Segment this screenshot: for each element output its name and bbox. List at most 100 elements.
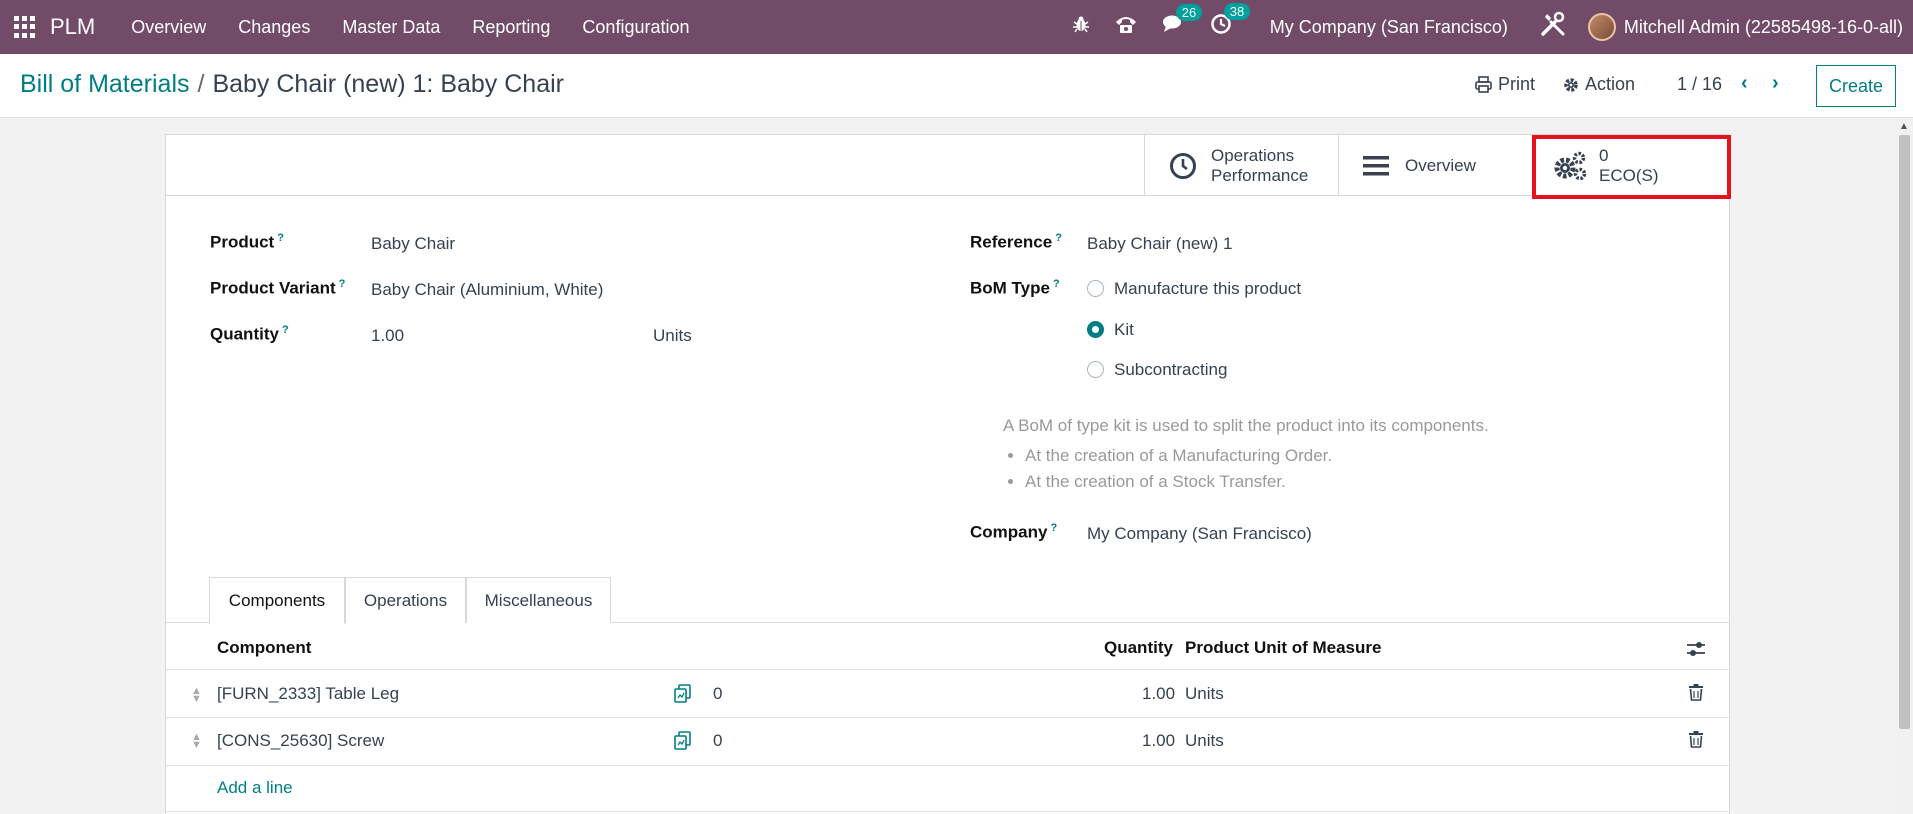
product-help-icon[interactable]: ? — [277, 232, 284, 244]
drag-handle-icon[interactable]: ▲ ▼ — [191, 686, 202, 705]
pager-value[interactable]: 1 / 16 — [1677, 74, 1722, 95]
radio-kit[interactable] — [1087, 321, 1104, 338]
operations-performance-line1: Operations — [1211, 145, 1295, 165]
product-variant-help-icon[interactable]: ? — [339, 278, 346, 290]
forecast-report-icon[interactable] — [674, 731, 692, 756]
quantity-label: Quantity? — [210, 324, 289, 344]
operations-performance-button[interactable]: Operations Performance — [1144, 135, 1338, 196]
company-help-icon[interactable]: ? — [1050, 522, 1057, 534]
add-line-link[interactable]: Add a line — [217, 778, 293, 798]
row-available: 0 — [713, 684, 723, 703]
breadcrumb-separator: / — [197, 70, 205, 98]
breadcrumb-bill-of-materials[interactable]: Bill of Materials — [20, 70, 190, 98]
radio-kit-label[interactable]: Kit — [1114, 320, 1134, 340]
bom-type-label: BoM Type? — [970, 278, 1060, 298]
tab-components[interactable]: Components — [209, 577, 345, 624]
menu-overview[interactable]: Overview — [115, 17, 222, 38]
product-variant-field[interactable]: Baby Chair (Aluminium, White) — [371, 280, 603, 300]
row-divider — [166, 765, 1729, 766]
action-button[interactable]: Action — [1563, 74, 1635, 95]
pager-previous-icon[interactable]: ‹ — [1741, 72, 1748, 95]
debug-tools-icon[interactable] — [1540, 11, 1566, 43]
overview-button[interactable]: Overview — [1338, 135, 1532, 196]
create-button[interactable]: Create — [1816, 65, 1896, 107]
row-uom[interactable]: Units — [1185, 684, 1224, 704]
company-field[interactable]: My Company (San Francisco) — [1087, 524, 1312, 544]
phone-icon[interactable] — [1114, 14, 1138, 40]
apps-grid-icon[interactable] — [14, 16, 36, 38]
smart-button-box: Operations Performance Overview 0 ECO(S) — [166, 135, 1729, 196]
user-avatar[interactable] — [1587, 13, 1616, 41]
pager-next-icon[interactable]: › — [1772, 72, 1779, 95]
row-quantity[interactable]: 1.00 — [1142, 684, 1175, 704]
main-menu: Overview Changes Master Data Reporting C… — [115, 17, 705, 38]
tab-miscellaneous[interactable]: Miscellaneous — [466, 577, 611, 623]
app-brand[interactable]: PLM — [50, 14, 95, 40]
column-header-uom[interactable]: Product Unit of Measure — [1185, 638, 1381, 658]
reference-label: Reference? — [970, 232, 1062, 252]
menu-configuration[interactable]: Configuration — [566, 17, 705, 38]
column-header-quantity[interactable]: Quantity — [1104, 638, 1173, 658]
clock-icon — [1170, 152, 1196, 179]
company-label: Company? — [970, 522, 1058, 542]
navbar-systray: 26 38 My Company (San Francisco) Mitchel… — [1060, 0, 1913, 54]
bom-type-help-icon[interactable]: ? — [1053, 278, 1060, 290]
trash-icon[interactable] — [1689, 731, 1703, 753]
menu-master-data[interactable]: Master Data — [326, 17, 456, 38]
activities-icon[interactable]: 38 — [1210, 3, 1251, 41]
operations-performance-line2: Performance — [1211, 165, 1309, 185]
messages-icon[interactable]: 26 — [1162, 4, 1203, 40]
bug-icon[interactable] — [1072, 15, 1090, 39]
column-header-component[interactable]: Component — [217, 638, 311, 658]
top-navbar: PLM Overview Changes Master Data Reporti… — [0, 0, 1913, 54]
reference-help-icon[interactable]: ? — [1055, 232, 1062, 244]
ecos-button-highlight — [1532, 135, 1731, 199]
row-divider — [166, 811, 1729, 812]
radio-subcontracting[interactable] — [1087, 361, 1104, 378]
column-settings-icon[interactable] — [1686, 640, 1706, 663]
quantity-help-icon[interactable]: ? — [282, 324, 289, 336]
scroll-up-icon[interactable]: ▲ — [1899, 121, 1909, 132]
product-field[interactable]: Baby Chair — [371, 234, 455, 254]
bars-icon — [1363, 155, 1389, 175]
form-sheet: Operations Performance Overview 0 ECO(S) P… — [165, 134, 1730, 814]
row-quantity[interactable]: 1.00 — [1142, 731, 1175, 751]
print-label: Print — [1498, 74, 1536, 94]
row-component[interactable]: [FURN_2333] Table Leg — [217, 684, 399, 704]
user-menu[interactable]: Mitchell Admin (22585498-16-0-all) — [1624, 17, 1903, 38]
menu-reporting[interactable]: Reporting — [456, 17, 566, 38]
radio-manufacture[interactable] — [1087, 280, 1104, 297]
print-button[interactable]: Print — [1475, 74, 1535, 95]
kit-note-text: A BoM of type kit is used to split the p… — [1003, 416, 1489, 435]
radio-manufacture-label[interactable]: Manufacture this product — [1114, 279, 1301, 299]
radio-subcontracting-label[interactable]: Subcontracting — [1114, 360, 1227, 380]
menu-changes[interactable]: Changes — [222, 17, 326, 38]
control-panel: Bill of Materials / Baby Chair (new) 1: Ba… — [0, 54, 1913, 118]
drag-handle-icon[interactable]: ▲ ▼ — [191, 732, 202, 751]
quantity-field[interactable]: 1.00 — [371, 326, 404, 346]
overview-label: Overview — [1405, 155, 1476, 175]
kit-note-list: At the creation of a Manufacturing Order… — [1003, 443, 1332, 495]
quantity-uom-field[interactable]: Units — [653, 326, 692, 346]
action-label: Action — [1585, 74, 1636, 94]
product-variant-label: Product Variant? — [210, 278, 346, 298]
scrollbar-thumb[interactable] — [1899, 135, 1910, 729]
gear-icon — [1564, 77, 1578, 92]
print-icon — [1475, 76, 1492, 93]
breadcrumb: Bill of Materials / Baby Chair (new) 1: Ba… — [20, 70, 564, 99]
product-label: Product? — [210, 232, 284, 252]
forecast-report-icon[interactable] — [674, 684, 692, 709]
row-divider — [166, 669, 1729, 670]
trash-icon[interactable] — [1689, 684, 1703, 706]
row-available: 0 — [713, 731, 723, 750]
company-switcher[interactable]: My Company (San Francisco) — [1270, 17, 1508, 38]
row-uom[interactable]: Units — [1185, 731, 1224, 751]
kit-note-item: At the creation of a Manufacturing Order… — [1025, 443, 1332, 469]
row-divider — [166, 717, 1729, 718]
row-component[interactable]: [CONS_25630] Screw — [217, 731, 384, 751]
reference-field[interactable]: Baby Chair (new) 1 — [1087, 234, 1233, 254]
messages-badge: 26 — [1175, 4, 1203, 21]
breadcrumb-current: Baby Chair (new) 1: Baby Chair — [212, 70, 564, 98]
tab-operations[interactable]: Operations — [345, 577, 466, 623]
activities-badge: 38 — [1223, 3, 1251, 20]
